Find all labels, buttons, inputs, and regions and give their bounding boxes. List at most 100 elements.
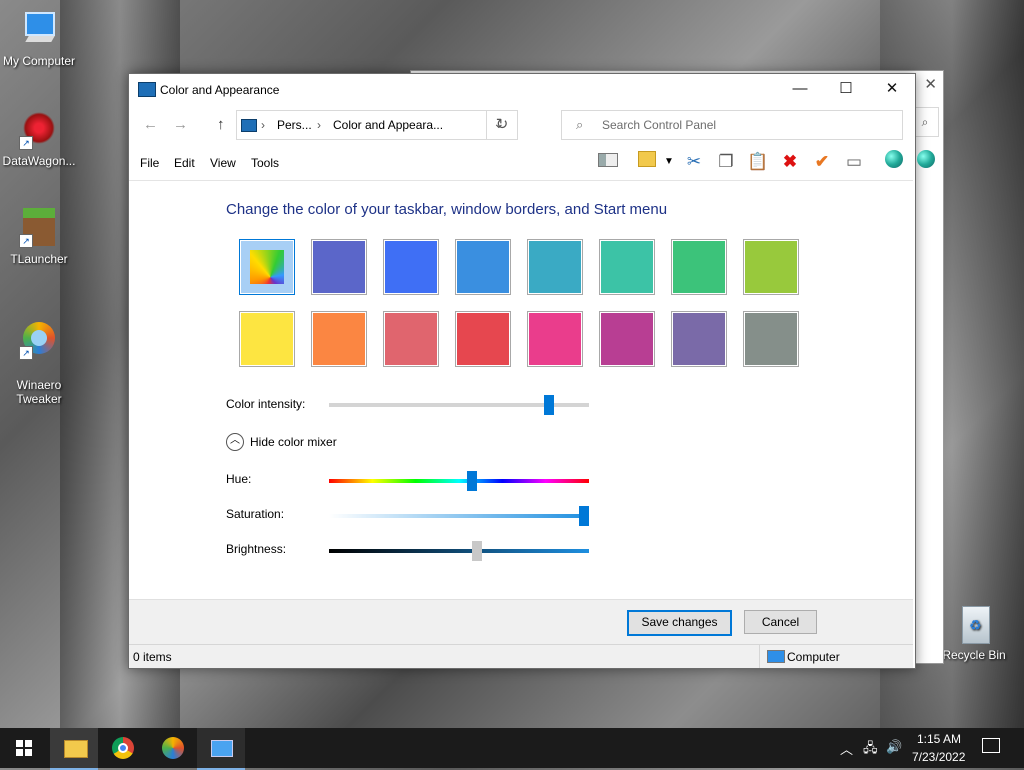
swatch-fill <box>313 313 365 365</box>
menu-file[interactable]: File <box>140 156 159 170</box>
properties-icon[interactable]: ▭ <box>843 150 865 174</box>
forward-arrow-icon[interactable]: → <box>173 116 188 133</box>
color-swatch[interactable] <box>743 239 799 295</box>
desktop-icon-label: My Computer <box>2 54 76 68</box>
menu-edit[interactable]: Edit <box>174 156 195 170</box>
control-panel-window[interactable]: Color and Appearance — ☐ ✕ ← → ↑ › Pers.… <box>128 73 935 669</box>
color-swatch[interactable] <box>383 311 439 367</box>
back-arrow-icon[interactable]: ← <box>143 116 158 133</box>
color-swatch[interactable] <box>527 239 583 295</box>
color-swatch[interactable] <box>671 311 727 367</box>
start-button[interactable] <box>0 728 48 768</box>
color-intensity-slider[interactable] <box>544 395 554 415</box>
delete-icon[interactable]: ✖ <box>779 150 801 174</box>
swatch-fill <box>313 241 365 293</box>
cancel-button[interactable]: Cancel <box>744 610 817 634</box>
hue-slider[interactable] <box>466 471 477 491</box>
chrome-icon[interactable] <box>99 728 147 768</box>
swatch-fill <box>745 313 797 365</box>
chevron-up-icon[interactable]: ︿ <box>226 433 244 451</box>
globe-alt-icon[interactable] <box>915 150 937 174</box>
navigation-bar: ← → ↑ › Pers... › Color and Appeara... ⌄… <box>129 110 915 142</box>
color-swatch[interactable] <box>383 239 439 295</box>
control-panel-icon[interactable] <box>197 728 245 770</box>
layout-icon[interactable] <box>597 150 619 174</box>
control-panel-icon <box>241 119 257 132</box>
color-swatch[interactable] <box>239 311 295 367</box>
breadcrumb-item[interactable]: Pers... <box>277 118 312 132</box>
color-swatch[interactable] <box>311 311 367 367</box>
globe-icon[interactable] <box>883 150 905 174</box>
breadcrumb-item[interactable]: Color and Appeara... <box>333 118 443 132</box>
desktop-icon-winaero[interactable]: ↗ Winaero Tweaker <box>1 306 77 420</box>
swatch-fill <box>601 313 653 365</box>
winaero-tweaker-icon: ↗ <box>19 320 59 360</box>
content-area: Change the color of your taskbar, window… <box>129 180 913 601</box>
menu-tools[interactable]: Tools <box>251 156 279 170</box>
clock-time[interactable]: 1:15 AM <box>917 732 961 746</box>
chevron-right-icon: › <box>317 118 321 132</box>
color-swatch[interactable] <box>311 239 367 295</box>
new-folder-icon[interactable] <box>636 150 658 174</box>
desktop-icon-my-computer[interactable]: My Computer <box>1 10 77 68</box>
volume-icon[interactable]: 🔊 <box>886 739 902 755</box>
color-swatch[interactable] <box>455 239 511 295</box>
chevron-down-icon[interactable]: ▼ <box>658 150 680 174</box>
status-item-count: 0 items <box>133 650 172 664</box>
maximize-button[interactable]: ☐ <box>823 74 869 104</box>
hue-track[interactable] <box>329 479 589 483</box>
refresh-icon[interactable]: ↻ <box>486 111 517 139</box>
saturation-track[interactable] <box>329 514 589 518</box>
color-swatch[interactable] <box>455 311 511 367</box>
winaero-icon[interactable] <box>148 728 196 768</box>
saturation-slider[interactable] <box>579 506 589 526</box>
dialog-footer: Save changes Cancel <box>129 599 913 644</box>
brightness-track[interactable] <box>329 549 589 553</box>
brightness-label: Brightness: <box>226 542 287 556</box>
status-bar: 0 items Computer <box>129 644 913 668</box>
copy-icon[interactable]: ❐ <box>715 150 737 174</box>
recycle-bin-icon: ♻ <box>954 604 994 644</box>
clock-date[interactable]: 7/23/2022 <box>912 750 965 764</box>
datawagon-icon: ↗ <box>19 110 59 150</box>
search-input[interactable]: ⌕ Search Control Panel <box>561 110 903 140</box>
address-bar[interactable]: › Pers... › Color and Appeara... ⌄ ↻ <box>236 110 518 140</box>
color-swatch[interactable] <box>527 311 583 367</box>
swatch-fill <box>241 313 293 365</box>
cut-icon[interactable]: ✂ <box>683 150 705 174</box>
desktop-icon-label: Recycle Bin <box>942 648 1006 662</box>
title-bar[interactable]: Color and Appearance — ☐ ✕ <box>129 74 915 106</box>
search-icon: ⌕ <box>576 117 584 132</box>
close-button[interactable]: ✕ <box>869 74 915 104</box>
menu-bar: File Edit View Tools ▼ ✂ ❐ 📋 ✖ ✔ ▭ <box>129 150 935 178</box>
chevron-up-icon[interactable]: ︿ <box>840 739 853 758</box>
brightness-slider[interactable] <box>471 541 482 561</box>
saturation-label: Saturation: <box>226 507 285 521</box>
color-swatch[interactable] <box>599 239 655 295</box>
desktop-icon-recycle-bin[interactable]: ♻ Recycle Bin <box>936 604 1012 662</box>
color-swatch[interactable] <box>599 311 655 367</box>
page-heading: Change the color of your taskbar, window… <box>226 201 668 218</box>
file-explorer-icon[interactable] <box>50 728 98 770</box>
check-icon[interactable]: ✔ <box>811 150 833 174</box>
color-swatch[interactable] <box>239 239 295 295</box>
color-swatch[interactable] <box>671 239 727 295</box>
chevron-right-icon: › <box>261 118 265 132</box>
up-arrow-icon[interactable]: ↑ <box>217 116 225 133</box>
swatch-fill <box>385 241 437 293</box>
swatch-fill <box>745 241 797 293</box>
shortcut-arrow-icon: ↗ <box>19 234 33 248</box>
save-changes-button[interactable]: Save changes <box>627 610 732 636</box>
minimize-button[interactable]: — <box>777 74 823 104</box>
menu-view[interactable]: View <box>210 156 236 170</box>
notification-icon[interactable] <box>982 738 1000 753</box>
color-swatch[interactable] <box>743 311 799 367</box>
network-icon[interactable]: 🖧 <box>863 739 878 761</box>
paste-icon[interactable]: 📋 <box>747 150 769 174</box>
close-icon[interactable]: ✕ <box>924 75 937 93</box>
mixer-toggle[interactable]: Hide color mixer <box>250 435 337 449</box>
swatch-fill <box>601 241 653 293</box>
search-placeholder: Search Control Panel <box>602 118 717 132</box>
desktop-icon-tlauncher[interactable]: ↗ TLauncher <box>1 208 77 266</box>
desktop-icon-datawagon[interactable]: ↗ DataWagon... <box>1 110 77 168</box>
